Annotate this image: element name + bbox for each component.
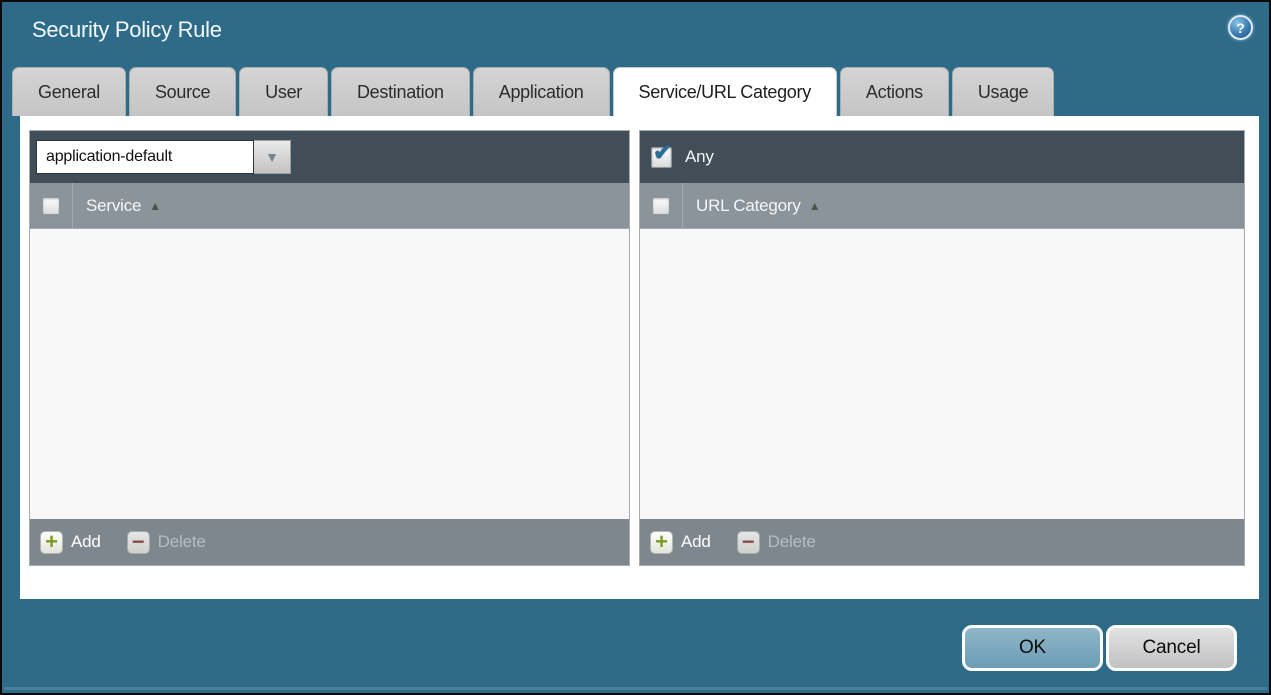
service-panel-header: application-default ▼ [30,131,629,183]
delete-icon: − [736,530,760,554]
tab-usage[interactable]: Usage [951,67,1055,116]
service-column-header[interactable]: Service [86,196,141,216]
tab-user[interactable]: User [239,67,328,116]
tab-application[interactable]: Application [472,67,610,116]
cancel-button[interactable]: Cancel [1106,625,1237,671]
help-icon[interactable]: ? [1228,15,1253,40]
tab-bar: General Source User Destination Applicat… [12,67,1055,116]
delete-label: Delete [767,532,816,551]
add-icon: + [650,530,673,554]
delete-icon: − [126,530,150,554]
url-delete-button[interactable]: − Delete [736,530,816,554]
tab-destination[interactable]: Destination [330,67,470,116]
content-area: application-default ▼ Service ▲ + Add − … [20,116,1259,599]
service-column-header-row: Service ▲ [30,183,629,229]
service-type-value[interactable]: application-default [36,140,254,174]
service-select-all-cell [30,183,73,228]
delete-label: Delete [157,532,206,551]
any-checkbox[interactable]: ✔ [651,140,672,168]
sort-asc-icon[interactable]: ▲ [149,199,161,213]
url-category-panel: ✔ Any URL Category ▲ + Add − Delete [639,130,1245,566]
any-label: Any [685,147,714,166]
url-column-header-row: URL Category ▲ [640,183,1244,229]
tab-actions[interactable]: Actions [839,67,949,116]
any-row: ✔ Any [646,140,714,168]
url-select-all-checkbox[interactable] [652,196,670,215]
service-select-all-checkbox[interactable] [42,196,60,215]
page-title: Security Policy Rule [32,17,222,42]
url-panel-footer: + Add − Delete [640,519,1244,565]
service-panel-footer: + Add − Delete [30,519,629,565]
security-policy-rule-dialog: Security Policy Rule ? General Source Us… [0,0,1271,695]
bottom-accent-line [4,687,1267,690]
add-label: Add [681,532,711,551]
url-add-button[interactable]: + Add [650,530,711,554]
tab-service-url-category[interactable]: Service/URL Category [612,67,837,116]
service-panel: application-default ▼ Service ▲ + Add − … [29,130,630,566]
service-add-button[interactable]: + Add [40,530,101,554]
url-category-list[interactable] [640,229,1244,519]
url-panel-header: ✔ Any [640,131,1244,183]
add-label: Add [71,532,101,551]
service-list[interactable] [30,229,629,519]
dropdown-arrow-icon[interactable]: ▼ [254,140,291,174]
help-glyph: ? [1236,19,1245,36]
checkmark-icon: ✔ [653,138,673,165]
sort-asc-icon[interactable]: ▲ [809,199,821,213]
ok-button[interactable]: OK [962,625,1103,671]
service-type-dropdown[interactable]: application-default ▼ [36,140,291,174]
service-delete-button[interactable]: − Delete [126,530,206,554]
tab-source[interactable]: Source [128,67,237,116]
add-icon: + [40,530,63,554]
url-category-column-header[interactable]: URL Category [696,196,801,216]
url-select-all-cell [640,183,683,228]
tab-general[interactable]: General [12,67,126,116]
